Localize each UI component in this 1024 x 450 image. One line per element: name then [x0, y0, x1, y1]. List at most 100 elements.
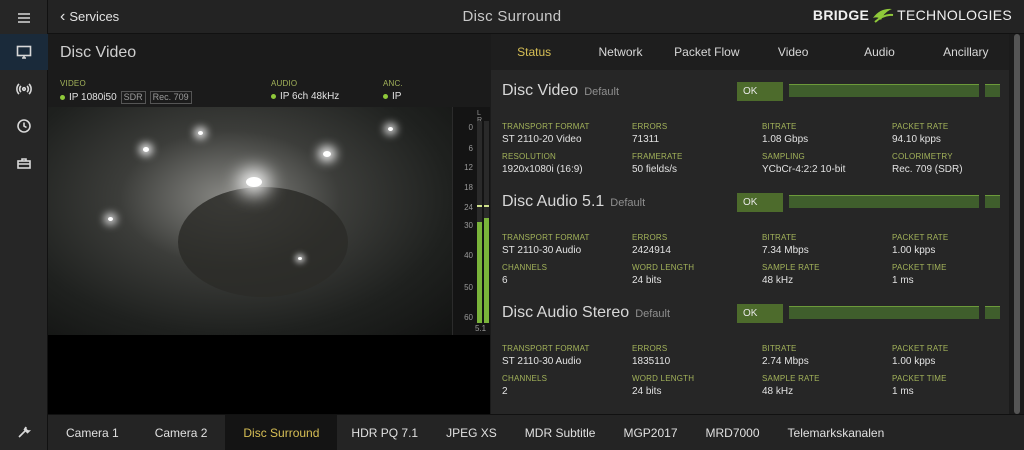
stream-details-grid: Transport Format ST 2110-30 Audio Errors 24…	[502, 233, 1002, 286]
video-info: VIDEO IP 1080i50 SDR Rec. 709	[60, 78, 192, 104]
menu-button[interactable]	[0, 0, 48, 36]
detail-label: Packet Rate	[892, 233, 949, 242]
detail-cell: Framerate 50 fields/s	[632, 152, 762, 175]
detail-label: Colorimetry	[892, 152, 953, 161]
audio-status-dot	[271, 94, 276, 99]
detail-cell: Resolution 1920x1080i (16:9)	[502, 152, 632, 175]
toolbox-icon	[17, 158, 31, 169]
wrench-icon	[18, 426, 32, 438]
service-tab[interactable]: Telemarkskanalen	[774, 415, 899, 450]
detail-label: Bitrate	[762, 233, 797, 242]
tab-audio[interactable]: Audio	[836, 34, 922, 70]
service-tab[interactable]: Camera 1	[48, 415, 137, 450]
service-tab[interactable]: MRD7000	[692, 415, 774, 450]
detail-value: ST 2110-30 Audio	[502, 356, 582, 367]
status-history-bar-end	[985, 84, 1000, 97]
nav-broadcast-button[interactable]	[0, 71, 48, 107]
scrollbar-thumb[interactable]	[1014, 34, 1020, 414]
settings-wrench-button[interactable]	[0, 414, 48, 450]
detail-cell: Transport Format ST 2110-20 Video	[502, 122, 632, 145]
detail-value: 1835110	[632, 356, 671, 367]
detail-label: Errors	[632, 233, 668, 242]
video-panel-title: Disc Video	[60, 44, 137, 61]
tab-network[interactable]: Network	[577, 34, 663, 70]
video-preview[interactable]	[48, 107, 452, 335]
detail-value: 2	[502, 386, 508, 397]
detail-value: 2.74 Mbps	[762, 356, 809, 367]
detail-value: 94.10 kpps	[892, 134, 941, 145]
service-tab[interactable]: Camera 2	[137, 415, 226, 450]
service-tab[interactable]: JPEG XS	[432, 415, 511, 450]
peak-marker-right	[484, 205, 489, 207]
service-tab[interactable]: HDR PQ 7.1	[337, 415, 432, 450]
detail-label: Packet Rate	[892, 344, 949, 353]
tab-status[interactable]: Status	[491, 34, 577, 70]
nav-toolbox-button[interactable]	[0, 145, 48, 181]
sdr-tag: SDR	[120, 91, 146, 104]
detail-value: 1.08 Gbps	[762, 134, 809, 145]
detail-label: Framerate	[632, 152, 683, 161]
service-tab[interactable]: Disc Surround	[225, 415, 338, 450]
status-panel: Status Network Packet Flow Video Audio A…	[491, 34, 1009, 414]
ok-status-badge: OK	[737, 193, 783, 212]
nav-clock-button[interactable]	[0, 108, 48, 144]
nav-monitor-button[interactable]	[0, 34, 48, 70]
detail-cell: Transport Format ST 2110-30 Audio	[502, 233, 632, 256]
scrollbar[interactable]	[1009, 34, 1024, 414]
detail-label: Packet Time	[892, 374, 947, 383]
detail-label: Sampling	[762, 152, 805, 161]
stream-name: Disc Audio Stereo	[502, 304, 630, 321]
detail-value: 71311	[632, 134, 660, 145]
detail-value: 1920x1080i (16:9)	[502, 164, 583, 175]
logo-swoosh-icon	[873, 8, 894, 23]
service-tabs: Camera 1 Camera 2 Disc Surround HDR PQ 7.1 J…	[48, 414, 1024, 450]
detail-label: Errors	[632, 122, 668, 131]
ok-status-badge: OK	[737, 82, 783, 101]
anc-info: ANC. IP	[383, 79, 403, 102]
detail-cell: Bitrate 2.74 Mbps	[762, 344, 892, 367]
detail-label: Word Length	[632, 374, 695, 383]
detail-value: 2424914	[632, 245, 671, 256]
audio-level-meter: L R 0 6 12 18 24 30 40 50 60 5.1	[452, 107, 490, 335]
stream-title: Disc Audio Stereo Default	[502, 304, 670, 322]
detail-label: Errors	[632, 344, 668, 353]
detail-label: Word Length	[632, 263, 695, 272]
stream-details-grid: Transport Format ST 2110-30 Audio Errors 18…	[502, 344, 1002, 397]
detail-cell: Word Length 24 bits	[632, 263, 762, 286]
brand-logo: BRIDGE TECHNOLOGIES	[812, 7, 1012, 23]
tab-video[interactable]: Video	[750, 34, 836, 70]
anc-status-dot	[383, 94, 388, 99]
detail-cell: Bitrate 1.08 Gbps	[762, 122, 892, 145]
detail-cell: Packet Rate 1.00 kpps	[892, 344, 1002, 367]
detail-value: YCbCr-4:2:2 10-bit	[762, 164, 846, 175]
tab-ancillary[interactable]: Ancillary	[923, 34, 1009, 70]
detail-label: Transport Format	[502, 122, 590, 131]
status-history-bar	[789, 84, 979, 97]
detail-cell: Sample Rate 48 kHz	[762, 374, 892, 397]
detail-cell: Packet Time 1 ms	[892, 263, 1002, 286]
detail-cell: Errors 2424914	[632, 233, 762, 256]
detail-cell: Bitrate 7.34 Mbps	[762, 233, 892, 256]
peak-marker-left	[477, 205, 482, 207]
clock-icon	[17, 119, 31, 133]
broadcast-icon	[16, 83, 32, 95]
detail-value: 7.34 Mbps	[762, 245, 809, 256]
detail-label: Transport Format	[502, 233, 590, 242]
detail-value: ST 2110-30 Audio	[502, 245, 582, 256]
service-tab[interactable]: MGP2017	[609, 415, 691, 450]
left-rail	[0, 0, 48, 450]
service-tab[interactable]: MDR Subtitle	[511, 415, 610, 450]
detail-value: 1.00 kpps	[892, 356, 936, 367]
stream-subtitle: Default	[610, 197, 646, 209]
detail-cell: Errors 1835110	[632, 344, 762, 367]
detail-cell: Colorimetry Rec. 709 (SDR)	[892, 152, 1002, 175]
tab-packet-flow[interactable]: Packet Flow	[664, 34, 750, 70]
detail-value: 1 ms	[892, 386, 914, 397]
detail-label: Resolution	[502, 152, 557, 161]
video-panel: Disc Video VIDEO IP 1080i50 SDR Rec. 709…	[48, 34, 490, 414]
detail-value: 24 bits	[632, 386, 662, 397]
stream-name: Disc Video	[502, 82, 579, 99]
stream-title: Disc Audio 5.1 Default	[502, 193, 645, 211]
detail-label: Channels	[502, 263, 548, 272]
detail-tabs: Status Network Packet Flow Video Audio A…	[491, 34, 1009, 70]
